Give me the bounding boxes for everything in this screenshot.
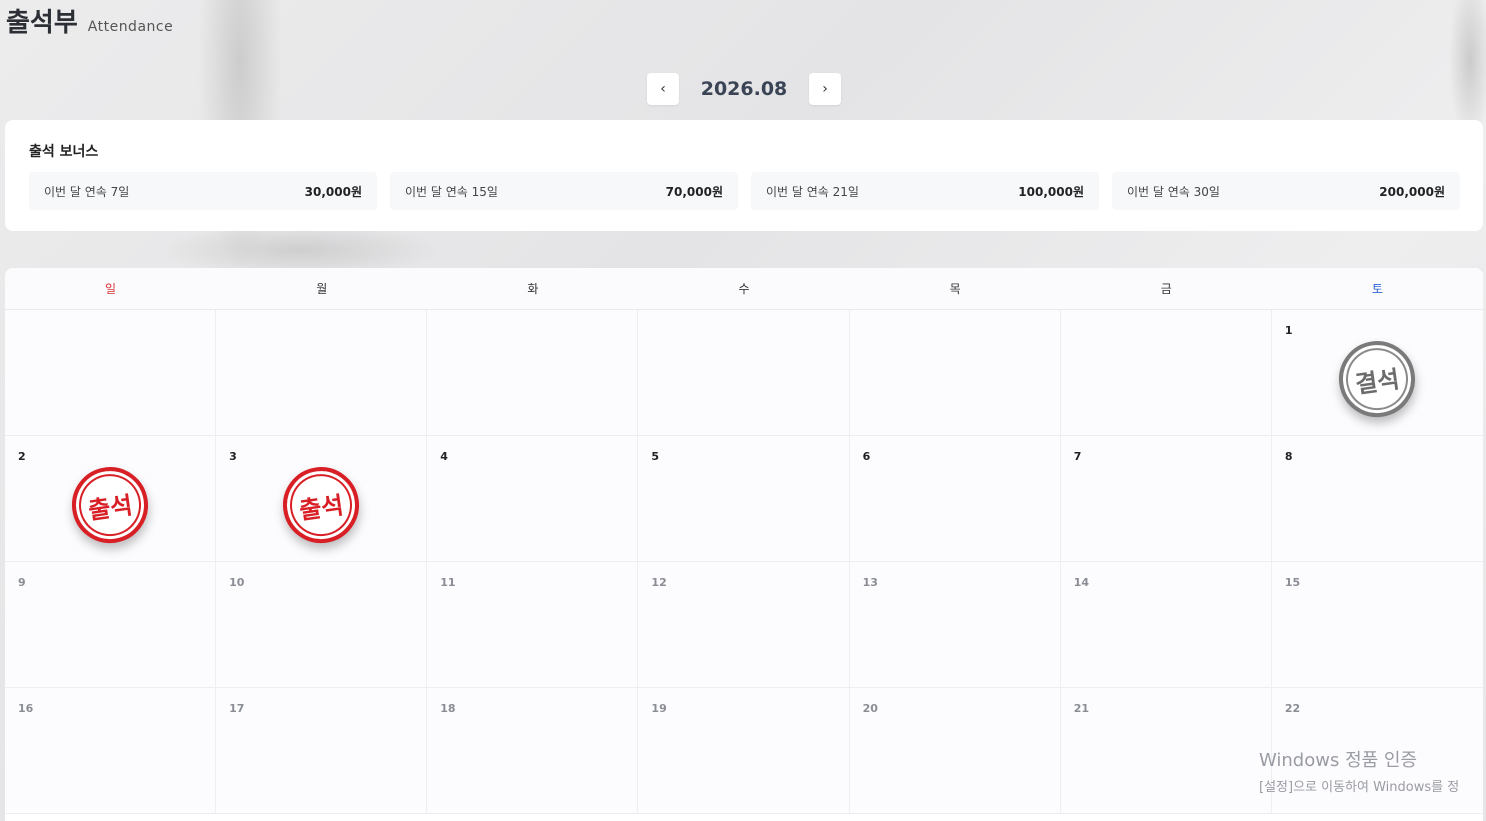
day-number: 1 [1284,324,1293,337]
day-number: 8 [1284,450,1293,463]
day-number: 5 [651,450,660,463]
calendar-day-cell[interactable]: 19 [638,688,850,814]
day-number: 2 [18,450,26,463]
bonus-amount: 70,000원 [665,184,723,199]
day-number: 7 [1073,450,1082,463]
day-number: 10 [229,576,245,589]
weekday-header: 일 월 화 수 목 금 토 [5,268,1483,310]
bonus-condition: 이번 달 연속 15일 [405,184,498,199]
weekday-wednesday: 수 [738,282,750,296]
calendar-day-cell[interactable]: 17 [216,688,428,814]
calendar-day-cell[interactable]: 3 출석 [216,436,428,562]
calendar-empty-cell [638,310,850,436]
weekday-monday: 월 [316,282,328,296]
windows-activation-watermark: Windows 정품 인증 [설정]으로 이동하여 Windows를 정 [1259,746,1459,795]
day-number: 16 [18,702,34,715]
attendance-calendar: 일 월 화 수 목 금 토 1 결석 2 출석 3 출석 4 5 6 7 8 9 10 11 12 13 14 1… [5,268,1483,821]
watermark-line2: [설정]으로 이동하여 Windows를 정 [1259,780,1460,795]
month-navigation: ‹ 2026.08 › [647,73,841,105]
bonus-title: 출석 보너스 [29,144,99,160]
weekday-saturday: 토 [1371,282,1383,296]
day-number: 12 [651,576,667,589]
bonus-item: 이번 달 연속 21일 100,000원 [751,172,1099,210]
calendar-day-cell[interactable]: 10 [216,562,428,688]
day-number: 11 [440,576,456,589]
day-number: 4 [440,450,448,463]
bonus-amount: 30,000원 [304,184,362,199]
calendar-empty-cell [427,310,639,436]
attendance-stamp-icon: 출석 [67,461,153,548]
prev-month-button[interactable]: ‹ [647,73,679,105]
page-header: 출석부 Attendance [6,2,173,39]
calendar-day-cell[interactable]: 16 [5,688,217,814]
bonus-list: 이번 달 연속 7일 30,000원 이번 달 연속 15일 70,000원 이… [29,172,1460,210]
calendar-day-cell[interactable]: 18 [427,688,639,814]
calendar-day-cell[interactable]: 21 [1060,688,1272,814]
weekday-sunday: 일 [105,282,117,296]
calendar-day-cell[interactable]: 2 출석 [5,436,217,562]
calendar-day-cell[interactable]: 12 [638,562,850,688]
calendar-day-cell[interactable]: 8 [1271,436,1483,562]
bonus-amount: 200,000원 [1379,184,1445,199]
watermark-line1: Windows 정품 인증 [1259,750,1418,771]
current-month-label: 2026.08 [700,78,788,100]
day-number: 22 [1284,702,1301,715]
calendar-day-cell[interactable]: 7 [1060,436,1272,562]
bonus-condition: 이번 달 연속 7일 [44,184,130,199]
calendar-day-cell[interactable]: 4 [427,436,639,562]
bonus-item: 이번 달 연속 15일 70,000원 [390,172,738,210]
chevron-left-icon: ‹ [660,81,666,97]
bonus-amount: 100,000원 [1018,184,1084,199]
bonus-item: 이번 달 연속 7일 30,000원 [29,172,377,210]
page-title: 출석부 [6,8,78,38]
day-number: 6 [862,450,871,463]
next-month-button[interactable]: › [809,73,841,105]
calendar-day-cell[interactable]: 5 [638,436,850,562]
calendar-empty-cell [216,310,428,436]
calendar-day-cell[interactable]: 11 [427,562,639,688]
calendar-empty-cell [849,310,1061,436]
calendar-day-cell[interactable]: 14 [1060,562,1272,688]
day-number: 9 [18,576,26,589]
weekday-thursday: 목 [949,282,961,296]
day-number: 15 [1284,576,1301,589]
day-number: 19 [651,702,667,715]
calendar-day-cell[interactable]: 1 결석 [1271,310,1483,436]
day-number: 21 [1073,702,1090,715]
day-number: 14 [1073,576,1090,589]
page-subtitle: Attendance [87,19,174,35]
bonus-condition: 이번 달 연속 30일 [1127,184,1220,199]
calendar-empty-cell [1060,310,1272,436]
day-number: 17 [229,702,245,715]
chevron-right-icon: › [822,81,828,97]
absence-stamp-icon: 결석 [1334,335,1421,422]
attendance-stamp-icon: 출석 [278,461,365,548]
day-number: 18 [440,702,456,715]
calendar-day-cell[interactable]: 20 [849,688,1061,814]
calendar-grid: 1 결석 2 출석 3 출석 4 5 6 7 8 9 10 11 12 13 14 15 16 17 18 19 20 21 2… [5,310,1483,814]
calendar-day-cell[interactable]: 13 [849,562,1061,688]
day-number: 13 [862,576,878,589]
calendar-day-cell[interactable]: 9 [5,562,217,688]
day-number: 3 [229,450,237,463]
weekday-tuesday: 화 [527,282,539,296]
weekday-friday: 금 [1160,282,1172,296]
bonus-item: 이번 달 연속 30일 200,000원 [1112,172,1460,210]
bonus-condition: 이번 달 연속 21일 [766,184,859,199]
calendar-day-cell[interactable]: 15 [1271,562,1483,688]
calendar-empty-cell [5,310,217,436]
day-number: 20 [862,702,878,715]
attendance-bonus-card: 출석 보너스 이번 달 연속 7일 30,000원 이번 달 연속 15일 70… [5,120,1483,231]
calendar-day-cell[interactable]: 6 [849,436,1061,562]
